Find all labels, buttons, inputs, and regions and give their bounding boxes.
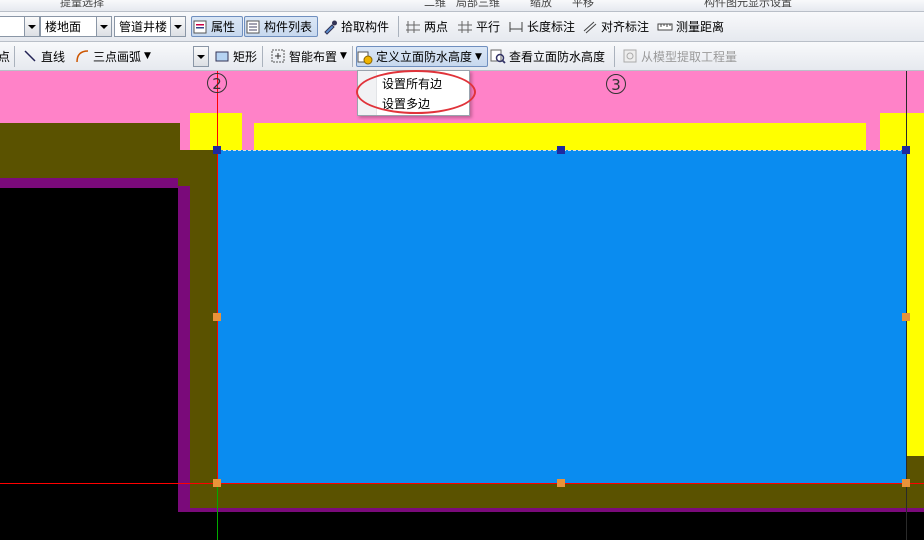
define-waterproof-height-button[interactable]: 定义立面防水高度 ▼ [356, 46, 488, 67]
arc-icon [74, 48, 90, 64]
define-height-icon [357, 49, 373, 65]
toolbar-row-2: 点 直线 三点画弧 ▼ 矩形 智能布置 ▼ 定义立面防水高度 ▼ 查看立面防水高… [0, 42, 924, 71]
view-height-label: 查看立面防水高度 [509, 49, 606, 64]
arc3-label: 三点画弧 [93, 49, 142, 64]
define-height-label: 定义立面防水高度 [376, 50, 473, 64]
toolbar-top-item-1[interactable]: 提量选择 [60, 0, 104, 10]
type-combo[interactable]: 管道井楼 [114, 16, 186, 37]
align-dim-label: 对齐标注 [601, 20, 650, 34]
arc3-button[interactable]: 三点画弧 ▼ [74, 42, 151, 70]
grip-handle[interactable] [902, 479, 910, 487]
toolbar-top-item-7[interactable]: 局部三维 [456, 0, 500, 10]
olive-block-left [0, 123, 180, 178]
parallel-button[interactable]: 平行 [457, 12, 500, 41]
attr-button[interactable]: 属性 [191, 16, 243, 37]
yellow-column-right [906, 150, 924, 456]
magnifier-icon [490, 48, 506, 64]
chevron-down-icon[interactable] [24, 17, 39, 36]
axis-label-2: 2 [207, 73, 227, 93]
chevron-down-icon[interactable]: ▼ [144, 51, 151, 61]
pick-component-button[interactable]: 拾取构件 [322, 12, 389, 41]
chevron-down-icon[interactable]: ▼ [340, 51, 347, 61]
menu-item-set-all-edges[interactable]: 设置所有边 [382, 75, 442, 92]
axis-line-h [0, 483, 924, 484]
smart-place-icon [270, 48, 286, 64]
toolbar-top-text: 提量选择 二维 局部三维 缩放 平移 构件图元显示设置 [0, 0, 792, 11]
point-label: 点 [0, 49, 11, 64]
grip-handle[interactable] [902, 146, 910, 154]
two-point-label: 两点 [424, 20, 449, 34]
length-dim-icon [508, 19, 524, 35]
olive-corner [178, 150, 218, 186]
shape-combo[interactable] [193, 46, 209, 67]
properties-icon [192, 19, 208, 35]
align-dim-icon [582, 19, 598, 35]
two-point-button[interactable]: 两点 [405, 12, 448, 41]
length-dim-button[interactable]: 长度标注 [508, 12, 575, 41]
align-dim-button[interactable]: 对齐标注 [582, 12, 649, 41]
purple-line-left [0, 178, 180, 188]
axis-line-3 [906, 71, 907, 540]
measure-distance-button[interactable]: 测量距离 [657, 12, 724, 41]
toolbar-top-partial: 提量选择 二维 局部三维 缩放 平移 构件图元显示设置 [0, 0, 924, 12]
pink-band-left [0, 113, 190, 123]
floor-combo-value: 楼地面 [45, 20, 82, 34]
axis-label-3: 3 [606, 74, 626, 94]
attr-button-label: 属性 [211, 20, 236, 34]
component-list-label: 构件列表 [264, 20, 313, 34]
drawing-canvas[interactable]: 2 3 [0, 71, 924, 540]
point-button[interactable]: 点 [0, 42, 10, 70]
axis-line-2 [217, 71, 218, 484]
chevron-down-icon[interactable]: ▼ [475, 52, 482, 62]
define-height-dropdown: 设置所有边 设置多边 [357, 70, 470, 116]
waterproof-slab[interactable] [218, 150, 906, 483]
toolbar-top-item-9[interactable]: 缩放 [530, 0, 552, 10]
floor-combo[interactable]: 楼地面 [40, 16, 112, 37]
extract-quantity-label: 从模型提取工程量 [641, 49, 738, 64]
parallel-label: 平行 [476, 20, 501, 34]
grip-handle[interactable] [557, 479, 565, 487]
list-icon [245, 19, 261, 35]
chevron-down-icon[interactable] [96, 17, 111, 36]
toolbar-top-item-6[interactable]: 二维 [424, 0, 446, 10]
ruler-icon [657, 19, 673, 35]
line-button[interactable]: 直线 [22, 42, 65, 70]
view-waterproof-height-button[interactable]: 查看立面防水高度 [490, 42, 605, 70]
line-icon [22, 48, 38, 64]
extract-icon [622, 48, 638, 64]
toolbar-top-item-14[interactable]: 构件图元显示设置 [704, 0, 792, 10]
pink-strip [866, 71, 880, 151]
type-combo-value: 管道井楼 [119, 20, 168, 34]
measure-distance-label: 测量距离 [676, 20, 725, 34]
pick-component-label: 拾取构件 [341, 20, 390, 34]
component-list-button[interactable]: 构件列表 [244, 16, 318, 37]
grip-handle[interactable] [902, 313, 910, 321]
toolbar-top-item-10[interactable]: 平移 [572, 0, 594, 10]
pink-line [254, 113, 866, 123]
toolbar-row-1: 楼地面 管道井楼 属性 构件列表 拾取构件 两点 平行 长度标注 对齐标注 测量… [0, 12, 924, 42]
parallel-icon [457, 19, 473, 35]
grip-handle[interactable] [213, 313, 221, 321]
menu-item-set-multiple-edges[interactable]: 设置多边 [382, 95, 430, 112]
extract-quantity-button[interactable]: 从模型提取工程量 [622, 42, 737, 70]
yellow-band-right [880, 113, 924, 150]
grip-handle[interactable] [213, 146, 221, 154]
rectangle-icon [214, 48, 230, 64]
grip-handle[interactable] [557, 146, 565, 154]
rect-button[interactable]: 矩形 [214, 42, 257, 70]
two-point-icon [405, 19, 421, 35]
pink-band-right [880, 71, 924, 113]
line-label: 直线 [41, 49, 66, 64]
grip-handle[interactable] [213, 479, 221, 487]
chevron-down-icon[interactable] [193, 47, 208, 66]
chevron-down-icon[interactable] [170, 17, 185, 36]
eyedropper-icon [322, 19, 338, 35]
length-dim-label: 长度标注 [527, 20, 576, 34]
pink-strip [242, 71, 254, 151]
smart-place-button[interactable]: 智能布置 ▼ [270, 42, 347, 70]
green-line [217, 484, 218, 540]
partial-combo[interactable] [0, 16, 40, 37]
rect-label: 矩形 [233, 49, 258, 64]
smart-place-label: 智能布置 [289, 49, 338, 64]
